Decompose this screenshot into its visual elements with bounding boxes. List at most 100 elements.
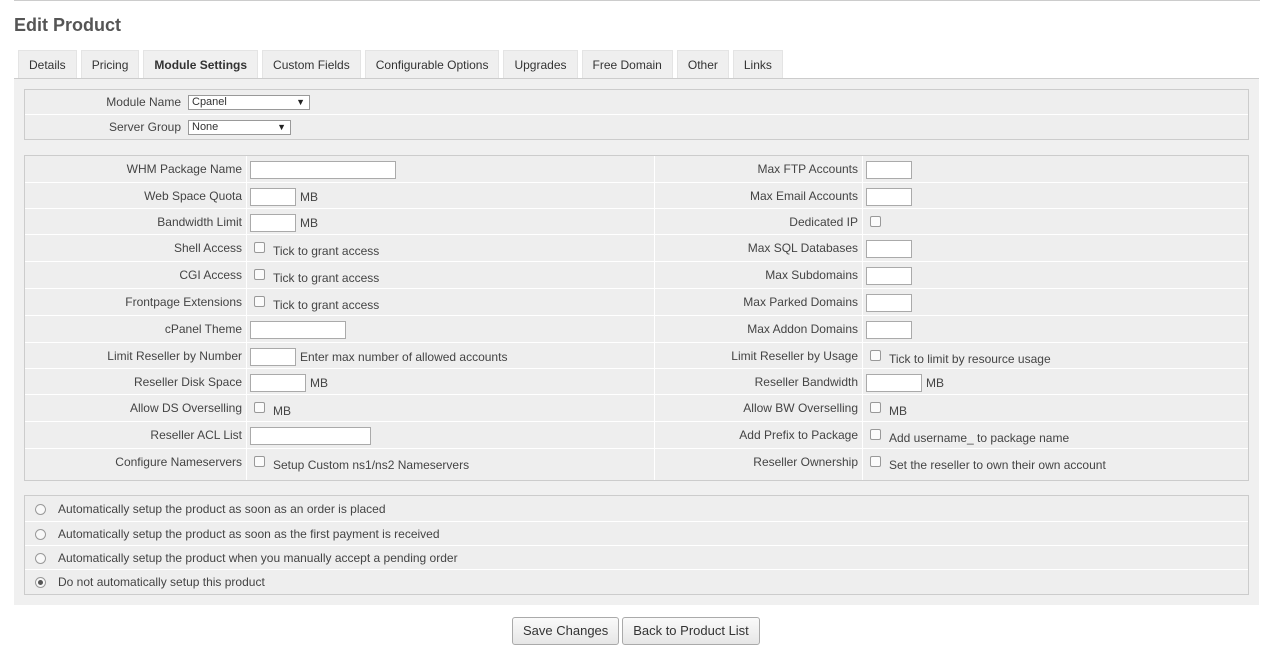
- chevron-down-icon: ▼: [277, 122, 286, 132]
- checkbox-label: Tick to grant access: [273, 244, 380, 258]
- cpanel-theme-input[interactable]: [250, 321, 346, 339]
- max-parked-domains-label: Max Parked Domains: [743, 295, 858, 309]
- tab-configurable-options[interactable]: Configurable Options: [364, 50, 500, 78]
- reseller-ownership-checkbox[interactable]: [870, 455, 881, 467]
- bandwidth-limit-label: Bandwidth Limit: [157, 215, 242, 229]
- module-name-value: Cpanel: [192, 96, 227, 108]
- radio-button[interactable]: [35, 577, 46, 588]
- max-parked-domains-field: [866, 294, 912, 312]
- radio-button[interactable]: [35, 553, 46, 564]
- checkbox-label: Tick to limit by resource usage: [889, 352, 1051, 366]
- bandwidth-limit-input[interactable]: [250, 214, 296, 232]
- settings-row: CGI Access Tick to grant access Max Subdom…: [25, 261, 1248, 287]
- allow-ds-overselling-field: MB: [250, 400, 291, 418]
- reseller-acl-list-input[interactable]: [250, 427, 371, 445]
- limit-reseller-by-number-label: Limit Reseller by Number: [107, 349, 242, 363]
- tab-pricing[interactable]: Pricing: [80, 50, 140, 78]
- cgi-access-field: Tick to grant access: [250, 267, 379, 285]
- add-prefix-to-package-checkbox[interactable]: [870, 428, 881, 440]
- field-suffix: MB: [300, 216, 318, 230]
- limit-reseller-by-usage-checkbox[interactable]: [870, 349, 881, 361]
- setup-option-label: Automatically setup the product as soon …: [58, 527, 440, 541]
- settings-grid: WHM Package Name Max FTP Accounts Web Spac…: [25, 156, 1248, 480]
- web-space-quota-field: MB: [250, 188, 318, 206]
- allow-bw-overselling-label: Allow BW Overselling: [743, 401, 858, 415]
- field-suffix: MB: [300, 190, 318, 204]
- server-group-row: Server Group None ▼: [25, 114, 1248, 138]
- dedicated-ip-checkbox[interactable]: [870, 215, 881, 227]
- settings-row: Web Space Quota MB Max Email Accounts: [25, 182, 1248, 208]
- whm-package-name-input[interactable]: [250, 161, 396, 179]
- module-name-label: Module Name: [106, 95, 181, 109]
- settings-row: WHM Package Name Max FTP Accounts: [25, 156, 1248, 182]
- chevron-down-icon: ▼: [296, 97, 305, 107]
- configure-nameservers-field: Setup Custom ns1/ns2 Nameservers: [250, 454, 469, 472]
- limit-reseller-by-usage-field: Tick to limit by resource usage: [866, 348, 1051, 366]
- tab-details[interactable]: Details: [18, 50, 77, 78]
- module-selection-box: Module Name Cpanel ▼ Server Group None ▼: [24, 89, 1249, 140]
- radio-button[interactable]: [35, 504, 46, 515]
- reseller-disk-space-input[interactable]: [250, 374, 306, 392]
- cgi-access-checkbox[interactable]: [254, 268, 265, 280]
- module-name-select[interactable]: Cpanel ▼: [188, 95, 310, 110]
- configure-nameservers-checkbox[interactable]: [254, 455, 265, 467]
- server-group-select[interactable]: None ▼: [188, 120, 291, 135]
- radio-button[interactable]: [35, 529, 46, 540]
- web-space-quota-input[interactable]: [250, 188, 296, 206]
- allow-ds-overselling-checkbox[interactable]: [254, 401, 265, 413]
- max-addon-domains-input[interactable]: [866, 321, 912, 339]
- add-prefix-to-package-label: Add Prefix to Package: [739, 428, 858, 442]
- max-email-accounts-input[interactable]: [866, 188, 912, 206]
- reseller-ownership-label: Reseller Ownership: [753, 455, 858, 469]
- tab-other[interactable]: Other: [676, 50, 729, 78]
- web-space-quota-label: Web Space Quota: [144, 189, 242, 203]
- max-sql-databases-input[interactable]: [866, 240, 912, 258]
- setup-option-label: Automatically setup the product as soon …: [58, 502, 386, 516]
- tab-bar: Details Pricing Module Settings Custom F…: [18, 50, 787, 79]
- shell-access-checkbox[interactable]: [254, 241, 265, 253]
- module-name-row: Module Name Cpanel ▼: [25, 90, 1248, 114]
- cpanel-theme-label: cPanel Theme: [164, 322, 242, 336]
- reseller-disk-space-field: MB: [250, 374, 328, 392]
- tab-module-settings[interactable]: Module Settings: [143, 50, 259, 79]
- tab-free-domain[interactable]: Free Domain: [581, 50, 673, 78]
- tab-links[interactable]: Links: [732, 50, 783, 78]
- dedicated-ip-label: Dedicated IP: [789, 215, 858, 229]
- checkbox-label: MB: [273, 404, 291, 418]
- setup-option[interactable]: Automatically setup the product when you…: [25, 545, 1248, 569]
- allow-bw-overselling-field: MB: [866, 400, 907, 418]
- back-to-product-list-button[interactable]: Back to Product List: [622, 617, 760, 645]
- checkbox-label: Set the reseller to own their own accoun…: [889, 458, 1106, 472]
- max-sql-databases-label: Max SQL Databases: [747, 241, 858, 255]
- field-suffix: MB: [926, 376, 944, 390]
- allow-bw-overselling-checkbox[interactable]: [870, 401, 881, 413]
- setup-option[interactable]: Automatically setup the product as soon …: [25, 497, 1248, 521]
- limit-reseller-by-usage-label: Limit Reseller by Usage: [731, 349, 858, 363]
- setup-option-label: Do not automatically setup this product: [58, 575, 265, 589]
- checkbox-label: Tick to grant access: [273, 298, 380, 312]
- cpanel-settings-box: WHM Package Name Max FTP Accounts Web Spac…: [24, 155, 1249, 481]
- max-email-accounts-field: [866, 188, 912, 206]
- server-group-label: Server Group: [108, 120, 181, 134]
- setup-option[interactable]: Automatically setup the product as soon …: [25, 521, 1248, 545]
- reseller-acl-list-label: Reseller ACL List: [150, 428, 242, 442]
- settings-row: Allow DS Overselling MB Allow BW Overselli…: [25, 394, 1248, 420]
- max-ftp-accounts-label: Max FTP Accounts: [757, 162, 858, 176]
- save-changes-button[interactable]: Save Changes: [512, 617, 619, 645]
- reseller-disk-space-label: Reseller Disk Space: [133, 375, 242, 389]
- settings-row: Reseller ACL List Add Prefix to Package Ad…: [25, 421, 1248, 447]
- max-ftp-accounts-input[interactable]: [866, 161, 912, 179]
- tab-custom-fields[interactable]: Custom Fields: [262, 50, 361, 78]
- settings-row: Shell Access Tick to grant access Max SQL …: [25, 234, 1248, 260]
- max-ftp-accounts-field: [866, 161, 912, 179]
- max-subdomains-input[interactable]: [866, 267, 912, 285]
- tab-upgrades[interactable]: Upgrades: [503, 50, 578, 78]
- max-parked-domains-input[interactable]: [866, 294, 912, 312]
- frontpage-extensions-checkbox[interactable]: [254, 295, 265, 307]
- auto-setup-box: Automatically setup the product as soon …: [24, 495, 1249, 595]
- reseller-bandwidth-label: Reseller Bandwidth: [754, 375, 858, 389]
- reseller-bandwidth-input[interactable]: [866, 374, 922, 392]
- limit-reseller-by-number-input[interactable]: [250, 348, 296, 366]
- setup-option[interactable]: Do not automatically setup this product: [25, 569, 1248, 593]
- checkbox-label: Setup Custom ns1/ns2 Nameservers: [273, 458, 470, 472]
